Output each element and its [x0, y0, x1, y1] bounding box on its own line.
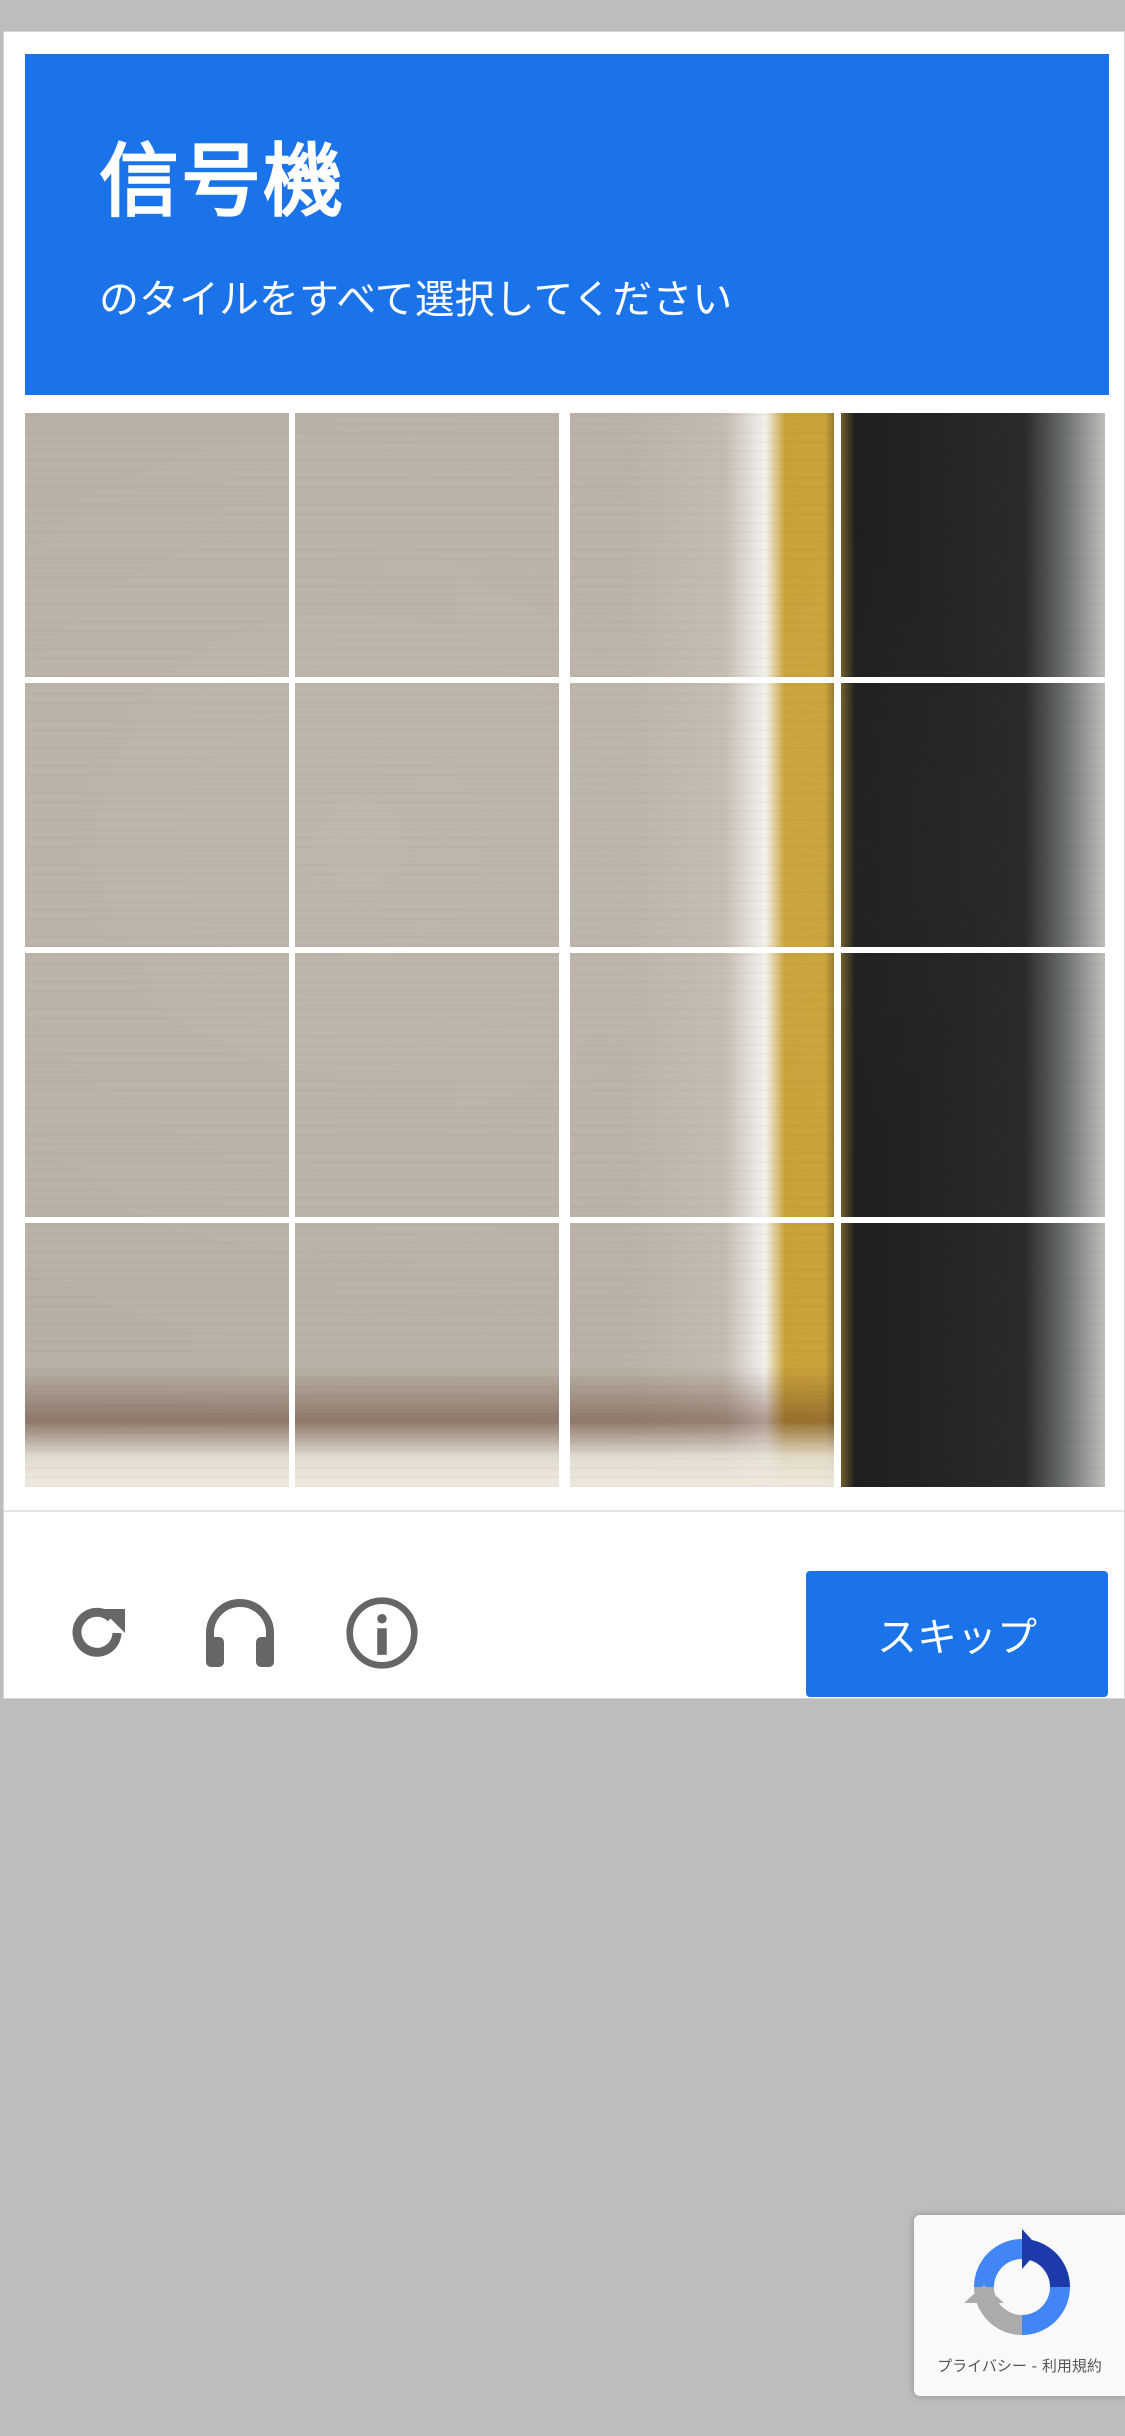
image-tile[interactable] [25, 683, 289, 947]
skip-button[interactable]: スキップ [806, 1571, 1108, 1697]
tile-ground [25, 1367, 289, 1487]
reload-button[interactable] [59, 1595, 135, 1671]
tile-ground [570, 1367, 834, 1487]
image-tile[interactable] [295, 953, 559, 1217]
tile-ground [295, 1367, 559, 1487]
challenge-header: 信号機 のタイルをすべて選択してください [25, 54, 1109, 395]
footer-divider [4, 1510, 1124, 1512]
info-button[interactable] [344, 1595, 420, 1671]
recaptcha-badge[interactable]: プライバシー - 利用規約 [914, 2215, 1125, 2396]
image-tile[interactable] [295, 1223, 559, 1487]
image-tile[interactable] [295, 683, 559, 947]
image-tile[interactable] [570, 683, 834, 947]
recaptcha-challenge: 信号機 のタイルをすべて選択してください スキップ [3, 31, 1125, 1699]
info-icon [346, 1597, 418, 1669]
image-tile[interactable] [841, 953, 1105, 1217]
recaptcha-logo-icon [964, 2229, 1070, 2335]
challenge-title: 信号機 [99, 135, 345, 228]
privacy-terms-link[interactable]: プライバシー - 利用規約 [914, 2355, 1125, 2376]
reload-icon [72, 1607, 125, 1657]
image-tile[interactable] [570, 413, 834, 677]
image-tile[interactable] [570, 1223, 834, 1487]
image-tile[interactable] [25, 413, 289, 677]
image-tile[interactable] [295, 413, 559, 677]
headphones-icon [206, 1599, 274, 1667]
image-tile[interactable] [841, 1223, 1105, 1487]
image-tile[interactable] [25, 1223, 289, 1487]
image-tile[interactable] [841, 683, 1105, 947]
image-tile[interactable] [25, 953, 289, 1217]
image-tile[interactable] [841, 413, 1105, 677]
image-grid [25, 413, 1109, 1489]
image-tile[interactable] [570, 953, 834, 1217]
audio-challenge-button[interactable] [202, 1595, 278, 1671]
challenge-instruction: のタイルをすべて選択してください [99, 277, 733, 323]
